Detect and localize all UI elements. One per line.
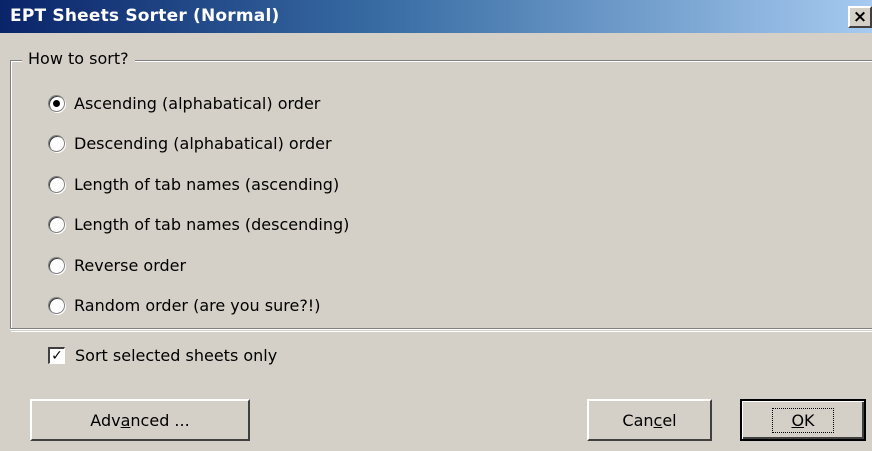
radio-button[interactable]	[48, 215, 65, 233]
radio-button[interactable]	[48, 296, 65, 314]
button-label: OK	[772, 407, 834, 433]
title-bar[interactable]: EPT Sheets Sorter (Normal) ×	[0, 0, 872, 33]
radio-button[interactable]	[48, 94, 65, 112]
ok-button[interactable]: OK	[740, 399, 866, 441]
radio-ascending[interactable]: Ascending (alphabatical) order	[48, 91, 320, 115]
close-icon: ×	[852, 6, 868, 27]
cancel-button[interactable]: Cancel	[587, 399, 712, 441]
checkbox[interactable]: ✓	[48, 346, 65, 364]
radio-descending[interactable]: Descending (alphabatical) order	[48, 131, 332, 155]
group-legend: How to sort?	[22, 49, 135, 68]
button-label: Advanced ...	[90, 410, 190, 430]
radio-label: Ascending (alphabatical) order	[74, 93, 321, 113]
radio-button[interactable]	[48, 134, 65, 152]
radio-label: Random order (are you sure?!)	[74, 295, 321, 315]
radio-button[interactable]	[48, 175, 65, 193]
group-divider	[10, 328, 872, 330]
radio-label: Length of tab names (ascending)	[74, 174, 340, 194]
window-title: EPT Sheets Sorter (Normal)	[10, 6, 280, 26]
sort-selected-only-checkbox[interactable]: ✓ Sort selected sheets only	[48, 343, 277, 367]
radio-label: Length of tab names (descending)	[74, 214, 350, 234]
button-label: Cancel	[622, 410, 677, 430]
checkbox-label: Sort selected sheets only	[75, 345, 278, 365]
radio-length-ascending[interactable]: Length of tab names (ascending)	[48, 172, 339, 196]
close-button[interactable]: ×	[848, 6, 872, 28]
radio-label: Reverse order	[74, 255, 187, 275]
radio-length-descending[interactable]: Length of tab names (descending)	[48, 212, 349, 236]
radio-reverse[interactable]: Reverse order	[48, 253, 186, 277]
radio-button[interactable]	[48, 256, 65, 274]
radio-label: Descending (alphabatical) order	[74, 133, 332, 153]
checkmark-icon: ✓	[51, 347, 63, 364]
radio-random[interactable]: Random order (are you sure?!)	[48, 293, 320, 317]
advanced-button[interactable]: Advanced ...	[30, 399, 250, 441]
